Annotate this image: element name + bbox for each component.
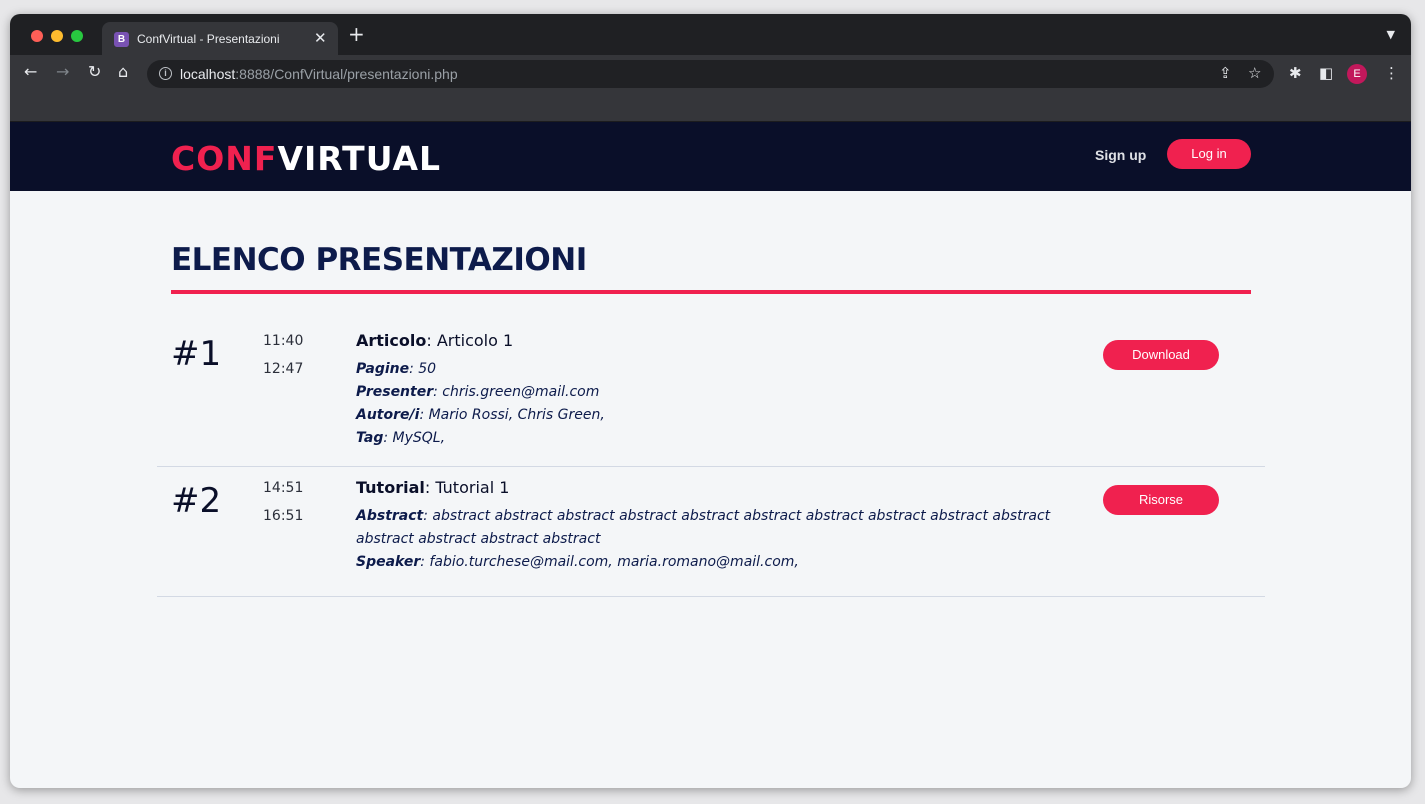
start-time: 14:51 <box>263 480 304 496</box>
login-button[interactable]: Log in <box>1167 139 1251 169</box>
forward-arrow-icon[interactable]: → <box>56 62 69 82</box>
profile-avatar[interactable]: E <box>1347 64 1367 84</box>
browser-window: B ConfVirtual - Presentazioni ✕ + ▼ ← → … <box>10 14 1411 788</box>
presentation-number: #2 <box>171 481 222 521</box>
signup-link[interactable]: Sign up <box>1095 147 1146 163</box>
close-window-button[interactable] <box>31 30 43 42</box>
extensions-puzzle-icon[interactable]: ✱ <box>1289 64 1302 82</box>
detail-line: Pagine: 50 <box>356 361 437 377</box>
presentation-row: #2 14:51 16:51 Tutorial: Tutorial 1 Abst… <box>157 467 1265 597</box>
tab-close-icon[interactable]: ✕ <box>314 29 327 47</box>
presentation-row: #1 11:40 12:47 Articolo: Articolo 1 Pagi… <box>157 320 1265 467</box>
presentation-details: Tutorial: Tutorial 1 Abstract: abstract … <box>356 477 1056 574</box>
bookmarks-bar <box>10 91 1411 122</box>
detail-line: Abstract: abstract abstract abstract abs… <box>356 508 1051 547</box>
resources-button[interactable]: Risorse <box>1103 485 1219 515</box>
detail-line: Tag: MySQL, <box>356 430 446 446</box>
site-info-icon[interactable]: i <box>159 67 172 80</box>
home-icon[interactable]: ⌂ <box>118 62 128 82</box>
share-icon[interactable]: ⇪ <box>1219 65 1232 83</box>
site-logo[interactable]: CONFVIRTUAL <box>171 139 441 179</box>
new-tab-icon[interactable]: + <box>348 24 365 44</box>
presentation-details: Articolo: Articolo 1 Pagine: 50 Presente… <box>356 330 1056 450</box>
side-panel-icon[interactable]: ◧ <box>1319 64 1333 82</box>
end-time: 12:47 <box>263 361 304 377</box>
browser-menu-icon[interactable]: ⋮ <box>1384 64 1399 82</box>
site-navbar: CONFVIRTUAL Sign up Log in <box>10 122 1411 191</box>
chevron-down-icon[interactable]: ▼ <box>1387 28 1395 41</box>
detail-line: Autore/i: Mario Rossi, Chris Green, <box>356 407 605 423</box>
presentation-number: #1 <box>171 334 222 374</box>
page-title: ELENCO PRESENTAZIONI <box>171 242 587 278</box>
download-button[interactable]: Download <box>1103 340 1219 370</box>
end-time: 16:51 <box>263 508 304 524</box>
detail-line: Presenter: chris.green@mail.com <box>356 384 600 400</box>
url-text[interactable]: localhost:8888/ConfVirtual/presentazioni… <box>180 66 458 82</box>
browser-toolbar: ← → ↻ ⌂ i localhost:8888/ConfVirtual/pre… <box>10 55 1411 91</box>
maximize-window-button[interactable] <box>71 30 83 42</box>
detail-line: Speaker: fabio.turchese@mail.com, maria.… <box>356 554 799 570</box>
tab-title: ConfVirtual - Presentazioni <box>137 32 280 46</box>
minimize-window-button[interactable] <box>51 30 63 42</box>
presentation-title: Tutorial: Tutorial 1 <box>356 478 510 497</box>
bootstrap-favicon-icon: B <box>114 32 129 47</box>
start-time: 11:40 <box>263 333 304 349</box>
title-divider <box>171 290 1251 294</box>
back-arrow-icon[interactable]: ← <box>24 62 37 82</box>
tab-strip: B ConfVirtual - Presentazioni ✕ + ▼ <box>10 14 1411 55</box>
bookmark-star-icon[interactable]: ☆ <box>1248 65 1261 83</box>
reload-icon[interactable]: ↻ <box>88 62 101 82</box>
browser-tab-active[interactable]: B ConfVirtual - Presentazioni ✕ <box>102 22 338 55</box>
presentation-title: Articolo: Articolo 1 <box>356 331 514 350</box>
address-bar[interactable]: i localhost:8888/ConfVirtual/presentazio… <box>147 60 1274 88</box>
